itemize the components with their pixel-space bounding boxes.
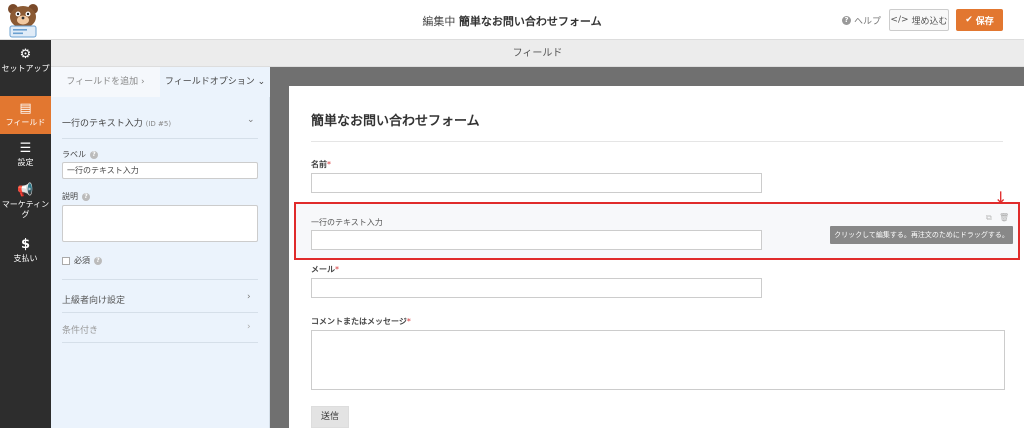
text-input-label: 一行のテキスト入力	[311, 218, 383, 227]
question-icon: ?	[842, 16, 851, 25]
email-label: メール*	[311, 264, 339, 275]
email-field[interactable]	[311, 278, 762, 298]
nav-item-fields[interactable]: ▤ フィールド	[0, 96, 51, 134]
name-label: 名前*	[311, 159, 331, 170]
help-label: ヘルプ	[854, 17, 882, 27]
field-name: 一行のテキスト入力	[62, 119, 143, 129]
question-icon[interactable]: ?	[82, 192, 90, 201]
message-textarea[interactable]	[311, 330, 1005, 390]
section-header: フィールド	[51, 40, 1024, 67]
top-bar: 編集中 簡単なお問い合わせフォーム ? ヘルプ </> 埋め込む ✔ 保存	[0, 0, 1024, 40]
field-tooltip: クリックして編集する。再注文のためにドラッグする。	[830, 226, 1013, 244]
field-options-heading[interactable]: 一行のテキスト入力 (ID #5)	[62, 116, 258, 129]
required-mark: *	[327, 160, 331, 169]
field-id: (ID #5)	[145, 120, 172, 128]
chevron-down-icon[interactable]: ⌄	[247, 115, 255, 125]
form-title[interactable]: 簡単なお問い合わせフォーム	[311, 110, 480, 129]
tab-field-options[interactable]: フィールドオプション ⌄	[160, 67, 270, 97]
required-mark: *	[335, 265, 339, 274]
description-textarea[interactable]	[62, 205, 258, 242]
chevron-right-icon[interactable]: ›	[247, 322, 251, 332]
selected-field-text-input[interactable]: ↓ 一行のテキスト入力 ⧉ 🗑 クリックして編集する。再注文のためにドラッグする…	[294, 190, 1020, 260]
arrow-down-icon: ↓	[994, 188, 1008, 207]
nav-item-label: フィールド	[5, 118, 46, 127]
checkbox-label: 必須	[74, 256, 90, 265]
form-name: 簡単なお問い合わせフォーム	[458, 15, 602, 28]
label-text: 名前	[311, 160, 327, 169]
tab-label: フィールドを追加	[66, 77, 139, 87]
section-label: 上級者向け設定	[62, 296, 126, 306]
divider	[62, 279, 258, 280]
label-caption: ラベル ?	[62, 149, 98, 160]
submit-button[interactable]: 送信	[311, 406, 349, 428]
nav-item-marketing[interactable]: 📢 マーケティング	[0, 184, 51, 228]
question-icon[interactable]: ?	[94, 256, 102, 265]
name-field[interactable]	[311, 173, 762, 193]
chevron-down-icon: ⌄	[257, 77, 266, 87]
required-mark: *	[406, 317, 411, 326]
advanced-settings-toggle[interactable]: 上級者向け設定	[62, 293, 258, 306]
help-link[interactable]: ? ヘルプ	[842, 14, 881, 27]
chevron-right-icon[interactable]: ›	[247, 292, 251, 302]
required-checkbox[interactable]: 必須 ?	[62, 255, 102, 266]
save-label: 保存	[975, 16, 994, 27]
section-label: 条件付き	[62, 326, 99, 336]
duplicate-icon[interactable]: ⧉	[986, 213, 992, 223]
label-text: メール	[311, 265, 335, 274]
form-preview-canvas: 簡単なお問い合わせフォーム 名前* ↓ 一行のテキスト入力 ⧉ 🗑 クリックして…	[270, 67, 1024, 428]
nav-item-label: 支払い	[13, 254, 38, 263]
divider	[62, 342, 258, 343]
editing-label: 編集中	[422, 15, 456, 28]
save-button[interactable]: ✔ 保存	[956, 9, 1003, 31]
sliders-icon: ☰	[19, 141, 32, 156]
checkmark-icon: ✔	[965, 15, 973, 25]
panel-tabs: フィールドを追加 › フィールドオプション ⌄	[51, 67, 270, 97]
code-icon: </>	[890, 15, 909, 25]
field-options-panel: フィールドを追加 › フィールドオプション ⌄ 一行のテキスト入力 (ID #5…	[51, 67, 270, 428]
nav-item-label: マーケティング	[1, 200, 50, 219]
caption-text: 説明	[62, 192, 78, 201]
chevron-right-icon: ›	[141, 77, 145, 87]
message-label: コメントまたはメッセージ*	[311, 316, 411, 327]
nav-item-payments[interactable]: $ 支払い	[0, 238, 51, 272]
fields-icon: ▤	[19, 101, 32, 116]
checkbox[interactable]	[62, 256, 70, 265]
form-preview: 簡単なお問い合わせフォーム 名前* ↓ 一行のテキスト入力 ⧉ 🗑 クリックして…	[289, 86, 1024, 428]
builder-nav: ⚙ セットアップ ▤ フィールド ☰ 設定 📢 マーケティング $ 支払い	[0, 40, 51, 428]
divider	[62, 312, 258, 313]
caption-text: ラベル	[62, 150, 86, 159]
gear-icon: ⚙	[19, 47, 32, 62]
embed-button[interactable]: </> 埋め込む	[889, 9, 949, 31]
nav-item-label: セットアップ	[1, 64, 50, 73]
tab-add-fields[interactable]: フィールドを追加 ›	[51, 67, 160, 97]
divider	[62, 138, 258, 139]
question-icon[interactable]: ?	[90, 150, 98, 159]
text-input-field[interactable]	[311, 230, 762, 250]
tab-label: フィールドオプション	[164, 77, 255, 87]
trash-icon[interactable]: 🗑	[999, 213, 1009, 222]
megaphone-icon: 📢	[17, 183, 34, 198]
nav-item-setup[interactable]: ⚙ セットアップ	[0, 48, 51, 92]
label-text: コメントまたはメッセージ	[311, 317, 407, 326]
label-input[interactable]: 一行のテキスト入力	[62, 162, 258, 179]
description-caption: 説明 ?	[62, 191, 90, 202]
conditional-logic-toggle[interactable]: 条件付き	[62, 323, 258, 336]
nav-item-label: 設定	[17, 158, 34, 167]
divider	[311, 141, 1003, 142]
dollar-icon: $	[20, 237, 31, 252]
nav-item-settings[interactable]: ☰ 設定	[0, 142, 51, 176]
embed-label: 埋め込む	[911, 16, 948, 27]
